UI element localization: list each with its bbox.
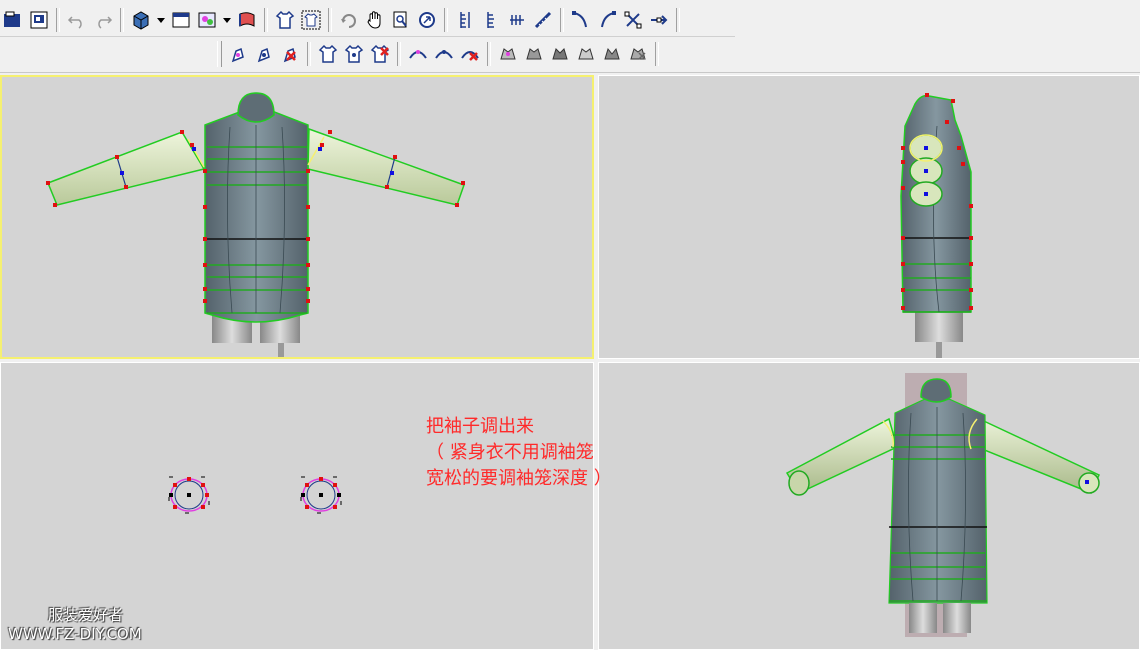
side-mannequin (900, 93, 973, 358)
neck-icon-1[interactable] (495, 41, 521, 67)
toolbar-row-2 (214, 38, 663, 70)
annotation-line-1: 把袖子调出来 (426, 416, 534, 437)
neck-icon-2[interactable] (521, 41, 547, 67)
flag-icon[interactable] (234, 7, 260, 33)
pen-add-icon[interactable] (225, 41, 251, 67)
measure-tape-icon[interactable] (530, 7, 556, 33)
shirt-edit-icon[interactable] (341, 41, 367, 67)
perspective-viewport[interactable] (598, 362, 1140, 650)
watermark-url: WWW.FZ-DIY.COM (8, 625, 142, 643)
zoom-icon[interactable] (388, 7, 414, 33)
dropdown-arrow-icon[interactable] (154, 7, 168, 33)
shirt-frame-icon[interactable] (298, 7, 324, 33)
save-icon[interactable] (26, 7, 52, 33)
ruler-vertical-icon[interactable] (452, 7, 478, 33)
collar-delete-icon[interactable] (457, 41, 483, 67)
toolbar-row-1 (0, 4, 684, 36)
cube-view-icon[interactable] (128, 7, 154, 33)
annotation-line-2: （ 紧身衣不用调袖笼 (426, 442, 594, 463)
curve-right-icon[interactable] (594, 7, 620, 33)
annotation-text: 把袖子调出来 （ 紧身衣不用调袖笼 宽松的要调袖笼深度 ） (426, 414, 612, 492)
front-viewport[interactable] (0, 75, 594, 359)
redo-icon[interactable] (90, 7, 116, 33)
dropdown-arrow-icon[interactable] (220, 7, 234, 33)
annotation-line-3: 宽松的要调袖笼深度 ） (426, 468, 612, 489)
perspective-mannequin (785, 373, 1100, 637)
undo-icon[interactable] (64, 7, 90, 33)
pen-delete-icon[interactable] (277, 41, 303, 67)
watermark-cn: 服装爱好者 (48, 606, 124, 624)
node-edit-icon[interactable] (620, 7, 646, 33)
open-icon[interactable] (0, 7, 26, 33)
front-mannequin (46, 92, 465, 357)
pen-edit-icon[interactable] (251, 41, 277, 67)
multi-view-icon[interactable] (194, 7, 220, 33)
neck-icon-4[interactable] (573, 41, 599, 67)
shirt-delete-icon[interactable] (367, 41, 393, 67)
arrow-node-icon[interactable] (646, 7, 672, 33)
single-view-icon[interactable] (168, 7, 194, 33)
curve-left-icon[interactable] (568, 7, 594, 33)
ruler-horizontal-icon[interactable] (504, 7, 530, 33)
collar-edit-icon[interactable] (431, 41, 457, 67)
ruler-vertical-2-icon[interactable] (478, 7, 504, 33)
side-viewport[interactable] (598, 75, 1140, 359)
neck-icon-3[interactable] (547, 41, 573, 67)
collar-add-icon[interactable] (405, 41, 431, 67)
orbit-icon[interactable] (414, 7, 440, 33)
rotate-icon[interactable] (336, 7, 362, 33)
shirt-icon[interactable] (272, 7, 298, 33)
shirt-add-icon[interactable] (315, 41, 341, 67)
neck-icon-6[interactable] (625, 41, 651, 67)
neck-icon-5[interactable] (599, 41, 625, 67)
hand-pan-icon[interactable] (362, 7, 388, 33)
